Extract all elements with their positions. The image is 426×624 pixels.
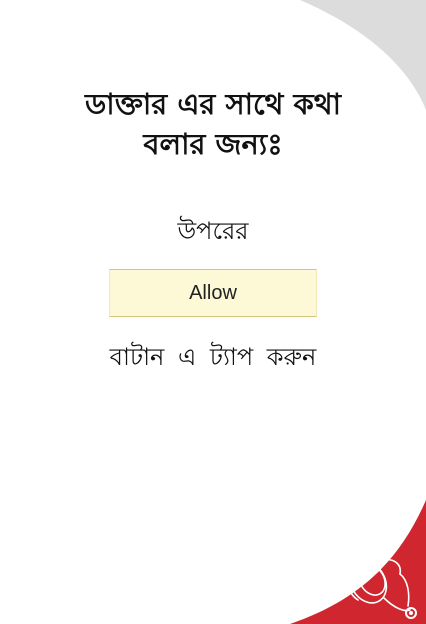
allow-button[interactable]: Allow: [109, 269, 317, 317]
stethoscope-icon: [347, 558, 417, 619]
tap-button-text: বাটান এ ট্যাপ করুন: [109, 343, 317, 371]
title-line-2: বলার জন্যঃ: [143, 127, 283, 161]
permission-instruction-screen: ডাক্তার এর সাথে কথা বলার জন্যঃ উপরের All…: [0, 0, 426, 624]
title-line-1: ডাক্তার এর সাথে কথা: [84, 87, 342, 121]
above-text: উপরের: [177, 217, 249, 245]
instruction-title: ডাক্তার এর সাথে কথা বলার জন্যঃ: [0, 84, 426, 164]
